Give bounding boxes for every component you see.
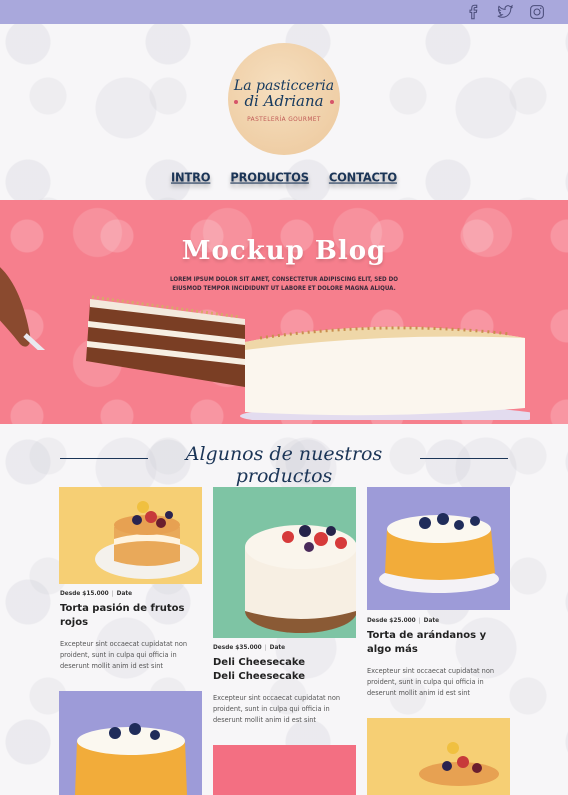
product-image-berry-cake[interactable] — [59, 487, 202, 584]
nav-item-productos[interactable]: PRODUCTOS — [230, 169, 309, 184]
product-desc-1: Excepteur sint occaecat cupidatat non pr… — [60, 640, 188, 670]
product-image-blueberry-cake[interactable] — [367, 487, 510, 610]
brand-logo[interactable]: La pasticceria di Adriana PASTELERÍA GOU… — [228, 43, 340, 155]
product-image-row2-3[interactable] — [367, 718, 510, 795]
product-image-row2-2[interactable] — [213, 745, 356, 795]
whole-cake-illustration — [240, 326, 530, 420]
logo-subtitle: PASTELERÍA GOURMET — [247, 115, 321, 123]
hero-banner: Mockup Blog Lorem ipsum dolor sit amet, … — [0, 200, 568, 424]
product-price: Desde $25.000 — [367, 618, 416, 624]
instagram-icon[interactable] — [528, 3, 546, 21]
cake-slice-illustration — [86, 295, 245, 387]
product-image-row2-1[interactable] — [59, 691, 202, 795]
hero-text: Lorem ipsum dolor sit amet, consectetur … — [170, 276, 398, 292]
hero-title: Mockup Blog — [181, 236, 387, 266]
product-title-2[interactable]: Deli Cheesecake Deli Cheesecake — [213, 656, 358, 684]
site-header: La pasticceria di Adriana PASTELERÍA GOU… — [0, 24, 568, 200]
product-title-3[interactable]: Torta de arándanos y algo más — [367, 629, 512, 657]
product-price: Desde $35.000 — [213, 645, 262, 651]
product-meta-2: Desde $35.000 | Date — [213, 645, 286, 651]
nav-item-contacto[interactable]: CONTACTO — [329, 169, 397, 184]
product-desc-2: Excepteur sint occaecat cupidatat non pr… — [213, 694, 341, 724]
heading-divider-right — [420, 458, 508, 459]
product-date: Date — [269, 645, 286, 651]
product-title-1[interactable]: Torta pasión de frutos rojos — [60, 602, 205, 630]
product-meta-1: Desde $15.000 | Date — [60, 591, 133, 597]
products-section-heading: Algunos de nuestros productos — [0, 441, 568, 487]
product-date: Date — [116, 591, 133, 597]
main-nav: INTRO PRODUCTOS CONTACTO — [0, 169, 568, 184]
section-title: Algunos de nuestros productos — [185, 443, 383, 487]
product-meta-3: Desde $25.000 | Date — [367, 618, 440, 624]
product-image-cheesecake[interactable] — [213, 487, 356, 638]
twitter-icon[interactable] — [496, 3, 514, 21]
product-date: Date — [423, 618, 440, 624]
facebook-icon[interactable] — [464, 3, 482, 21]
nav-item-intro[interactable]: INTRO — [171, 169, 211, 184]
logo-line-2: di Adriana — [244, 92, 324, 110]
top-bar — [0, 0, 568, 24]
heading-divider-left — [60, 458, 148, 459]
product-desc-3: Excepteur sint occaecat cupidatat non pr… — [367, 667, 495, 697]
product-price: Desde $15.000 — [60, 591, 109, 597]
